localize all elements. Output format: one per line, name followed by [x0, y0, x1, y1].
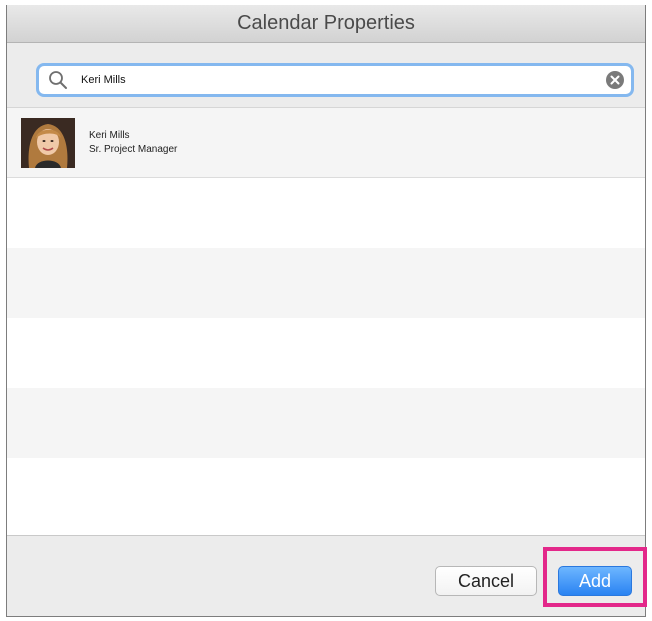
empty-row	[7, 318, 645, 388]
calendar-properties-dialog: Calendar Properties Keri Mills Keri Mill…	[6, 5, 646, 617]
search-field[interactable]	[36, 63, 634, 97]
person-name: Keri Mills	[89, 129, 130, 141]
empty-row	[7, 248, 645, 318]
search-icon	[43, 66, 73, 94]
add-button[interactable]: Add	[558, 566, 632, 596]
person-info: Keri Mills Sr. Project Manager	[89, 129, 177, 157]
dialog-footer: Cancel Add	[7, 535, 645, 616]
dialog-title: Calendar Properties	[237, 12, 415, 34]
empty-row	[7, 388, 645, 458]
search-input[interactable]	[73, 68, 603, 92]
avatar	[21, 117, 75, 168]
empty-row	[7, 178, 645, 248]
search-area	[7, 43, 645, 107]
result-row-keri-mills[interactable]: Keri Mills Sr. Project Manager	[7, 108, 645, 178]
person-job-title: Sr. Project Manager	[89, 143, 178, 155]
title-bar: Calendar Properties	[7, 5, 645, 43]
clear-icon[interactable]	[603, 68, 627, 92]
empty-row	[7, 458, 645, 528]
cancel-button[interactable]: Cancel	[435, 566, 537, 596]
results-list: Keri Mills Sr. Project Manager	[7, 107, 645, 535]
